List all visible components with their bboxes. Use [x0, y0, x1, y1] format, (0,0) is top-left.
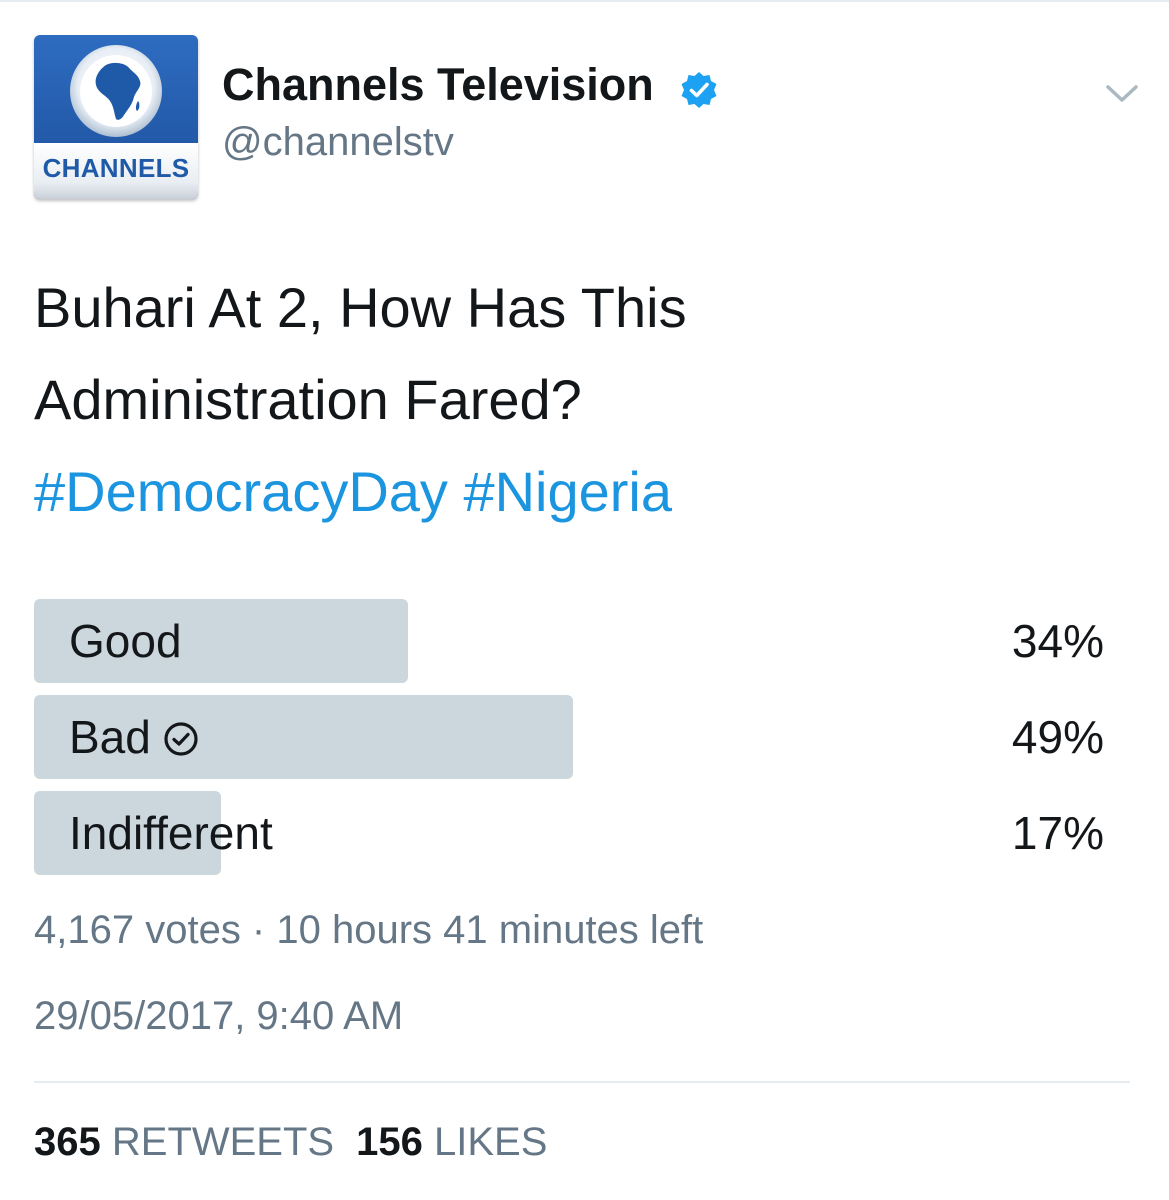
top-divider: [0, 0, 1169, 2]
poll-meta: 4,167 votes · 10 hours 41 minutes left: [34, 908, 704, 952]
hashtag-link[interactable]: #Nigeria: [463, 460, 672, 523]
likes-count: 156: [356, 1120, 423, 1164]
author-display-name[interactable]: Channels Television: [222, 62, 654, 107]
likes-label: LIKES: [433, 1120, 548, 1164]
tweet-text-line: Buhari At 2, How Has This: [34, 276, 687, 339]
poll-option-label: Good: [69, 615, 182, 667]
check-circle-icon: [164, 722, 198, 756]
likes-stat[interactable]: 156 LIKES: [356, 1120, 547, 1164]
poll-option-percent: 17%: [1011, 807, 1104, 859]
globe-icon: [34, 35, 198, 143]
retweets-label: RETWEETS: [111, 1120, 335, 1164]
poll-option-label: Indifferent: [69, 807, 273, 859]
chevron-down-icon[interactable]: [1103, 80, 1141, 108]
hashtag-line: #DemocracyDay #Nigeria: [34, 446, 1134, 538]
tweet-text-line: Administration Fared?: [34, 368, 582, 431]
tweet-stats: 365 RETWEETS 156 LIKES: [34, 1120, 547, 1165]
author-handle[interactable]: @channelstv: [222, 122, 454, 162]
poll-option-percent: 49%: [1011, 711, 1104, 763]
poll-option-label: Bad: [69, 711, 151, 763]
tweet-text: Buhari At 2, How Has This Administration…: [34, 262, 1134, 538]
poll-option-label-wrap: Bad: [69, 695, 199, 779]
retweets-count: 365: [34, 1120, 101, 1164]
avatar[interactable]: CHANNELS: [34, 35, 198, 199]
stats-divider: [34, 1081, 1130, 1083]
hashtag-link[interactable]: #DemocracyDay: [34, 460, 448, 523]
poll-option-good[interactable]: Good 34%: [34, 599, 1104, 683]
poll-option-bad[interactable]: Bad 49%: [34, 695, 1104, 779]
retweets-stat[interactable]: 365 RETWEETS: [34, 1120, 334, 1164]
poll-option-percent: 34%: [1011, 615, 1104, 667]
avatar-brand-text: CHANNELS: [42, 153, 190, 183]
tweet-timestamp[interactable]: 29/05/2017, 9:40 AM: [34, 994, 403, 1039]
verified-badge-icon: [681, 72, 717, 108]
poll-option-indifferent[interactable]: Indifferent 17%: [34, 791, 1104, 875]
